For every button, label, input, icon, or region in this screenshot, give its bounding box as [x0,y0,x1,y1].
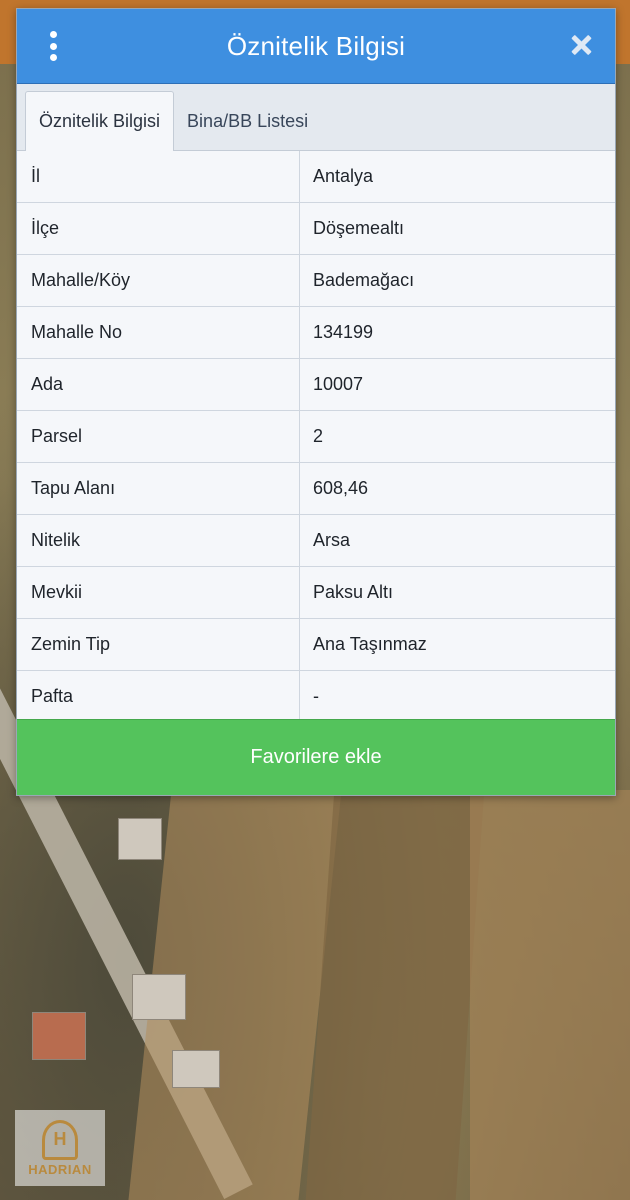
row-value: Döşemealtı [299,202,615,255]
row-key: İl [17,151,300,203]
dialog-header: Öznitelik Bilgisi [17,9,615,84]
tab-building-list[interactable]: Bina/BB Listesi [174,92,321,150]
row-value: Bademağacı [299,254,615,307]
row-value: 608,46 [299,462,615,515]
row-value: 2 [299,410,615,463]
table-row: Zemin Tip Ana Taşınmaz [17,618,615,671]
row-key: Mevkii [17,566,300,619]
row-value: 10007 [299,358,615,411]
map-building [32,1012,86,1060]
row-value: Arsa [299,514,615,567]
close-icon[interactable] [567,31,595,59]
row-key: Ada [17,358,300,411]
table-row: Parsel 2 [17,410,615,463]
row-key: Tapu Alanı [17,462,300,515]
row-key: Mahalle No [17,306,300,359]
row-value: Paksu Altı [299,566,615,619]
map-building [118,818,162,860]
attribute-table: İl Antalya İlçe Döşemealtı Mahalle/Köy Bade… [17,151,615,723]
map-building [172,1050,220,1088]
row-key: Pafta [17,670,300,723]
more-options-icon[interactable] [43,31,63,61]
tab-attribute-info[interactable]: Öznitelik Bilgisi [25,91,175,151]
row-key: Nitelik [17,514,300,567]
hadrian-logo: H HADRIAN [15,1110,105,1186]
table-row: Ada 10007 [17,358,615,411]
row-key: Zemin Tip [17,618,300,671]
table-row: Mahalle No 134199 [17,306,615,359]
row-value: Antalya [299,151,615,203]
dialog-title: Öznitelik Bilgisi [226,30,406,61]
table-row: Mahalle/Köy Bademağacı [17,254,615,307]
table-row: Mevkii Paksu Altı [17,566,615,619]
map-field [470,790,630,1200]
table-row: Tapu Alanı 608,46 [17,462,615,515]
add-to-favorites-button[interactable]: Favorilere ekle [17,719,615,795]
map-building [132,974,186,1020]
table-row: İlçe Döşemealtı [17,202,615,255]
table-row: Nitelik Arsa [17,514,615,567]
row-key: Mahalle/Köy [17,254,300,307]
table-row: İl Antalya [17,151,615,203]
map-field [305,790,485,1200]
row-value: Ana Taşınmaz [299,618,615,671]
logo-mark-icon: H [42,1119,78,1160]
row-value: - [299,670,615,723]
row-value: 134199 [299,306,615,359]
row-key: Parsel [17,410,300,463]
table-row: Pafta - [17,670,615,723]
row-key: İlçe [17,202,300,255]
tab-bar: Öznitelik Bilgisi Bina/BB Listesi [17,84,615,151]
logo-text: HADRIAN [28,1161,92,1177]
attribute-info-dialog: Öznitelik Bilgisi Öznitelik Bilgisi Bina… [16,8,616,796]
